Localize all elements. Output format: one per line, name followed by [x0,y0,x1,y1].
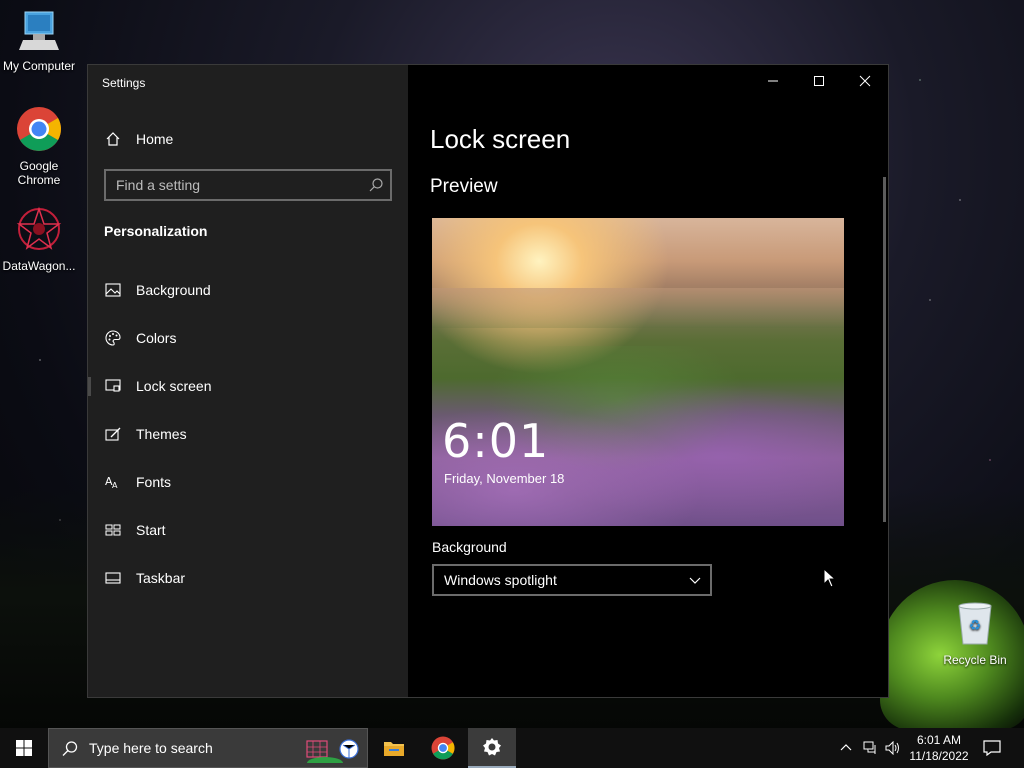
window-title: Settings [102,76,146,90]
nav-item-lock-screen[interactable]: Lock screen [88,364,408,408]
settings-content: Lock screen Preview 6:01 Friday, Novembe… [408,65,888,697]
preview-haze [432,288,844,328]
nav-home[interactable]: Home [88,117,408,161]
nav-item-themes[interactable]: Themes [88,412,408,456]
desktop-icon-google-chrome[interactable]: Google Chrome [0,106,78,187]
close-button[interactable] [842,65,888,97]
nav-home-label: Home [136,131,174,147]
recycle-bin-icon: ♻ [958,602,992,645]
preview-date: Friday, November 18 [444,471,565,486]
nav-item-fonts[interactable]: AA Fonts [88,460,408,504]
nav-item-colors[interactable]: Colors [88,316,408,360]
page-title: Lock screen [430,124,571,154]
section-label-personalization: Personalization [104,223,208,239]
start-button[interactable] [0,728,48,768]
taskbar-clock[interactable]: 6:01 AM 11/18/2022 [904,732,974,764]
network-icon [863,741,876,754]
clock-time: 6:01 AM [916,733,962,747]
notification-icon [983,740,1001,756]
maximize-icon [814,76,824,86]
search-highlight-icon [306,739,359,763]
search-icon [61,740,79,761]
mouse-cursor-icon [823,568,837,588]
taskbar-file-explorer[interactable] [370,728,418,768]
preview-heading: Preview [430,176,498,197]
datawagon-icon [16,206,62,250]
settings-search-input[interactable]: Find a setting [104,169,392,201]
content-scrollbar[interactable] [883,177,886,522]
windows-logo-icon [16,740,32,756]
preview-time: 6:01 [442,414,550,468]
nav-item-label: Taskbar [136,570,186,586]
nav-item-taskbar[interactable]: Taskbar [88,556,408,600]
background-label: Background [432,539,507,555]
nav-item-label: Colors [136,330,177,346]
tray-show-hidden-button[interactable] [836,728,856,768]
clock-date: 11/18/2022 [909,749,969,763]
nav-item-label: Lock screen [136,378,212,394]
tray-network-button[interactable] [860,728,882,768]
background-dropdown-value: Windows spotlight [444,572,557,588]
desktop-icon-datawagon[interactable]: DataWagon... [0,206,78,273]
background-dropdown[interactable]: Windows spotlight [432,564,712,596]
search-placeholder: Find a setting [116,177,201,193]
taskbar: Type here to search 6:01 AM 11/18/2022 [0,728,1024,768]
taskbar-settings[interactable] [468,728,516,768]
settings-window: Settings Home Find a setting Personaliza… [87,64,889,698]
computer-icon [19,11,59,50]
desktop-icon-label: DataWagon... [2,259,76,273]
svg-text:A: A [112,481,118,489]
lock-screen-icon [104,377,122,395]
lock-screen-preview: 6:01 Friday, November 18 [432,218,844,526]
taskbar-search-box[interactable]: Type here to search [48,728,368,768]
home-icon [104,130,122,148]
chevron-up-icon [840,744,852,751]
nav-item-label: Themes [136,426,187,442]
chrome-icon [17,107,61,151]
taskbar-chrome[interactable] [419,728,467,768]
minimize-button[interactable] [750,65,796,97]
tray-volume-button[interactable] [882,728,904,768]
desktop-icon-label: Google Chrome [17,159,61,187]
palette-icon [104,329,122,347]
start-icon [104,521,122,539]
action-center-button[interactable] [978,728,1006,768]
nav-item-label: Background [136,282,211,298]
fonts-icon: AA [104,473,122,491]
nav-item-start[interactable]: Start [88,508,408,552]
taskbar-icon [104,569,122,587]
image-icon [104,281,122,299]
minimize-icon [768,80,778,82]
settings-sidebar: Settings Home Find a setting Personaliza… [88,65,408,697]
chrome-icon [431,736,455,760]
desktop-icon-recycle-bin[interactable]: ♻ Recycle Bin [936,602,1014,667]
gear-icon [483,738,501,756]
svg-text:♻: ♻ [969,618,982,634]
desktop-icon-label: My Computer [2,59,76,73]
chevron-down-icon [688,573,702,590]
close-icon [859,75,871,87]
taskbar-search-placeholder: Type here to search [89,740,213,756]
themes-icon [104,425,122,443]
folder-icon [384,742,404,756]
search-icon [368,177,384,196]
nav-item-label: Fonts [136,474,172,490]
speaker-icon [885,741,899,755]
desktop-icon-my-computer[interactable]: My Computer [0,10,78,73]
desktop-icon-label: Recycle Bin [943,653,1007,667]
nav-item-label: Start [136,522,166,538]
maximize-button[interactable] [796,65,842,97]
nav-item-background[interactable]: Background [88,268,408,312]
